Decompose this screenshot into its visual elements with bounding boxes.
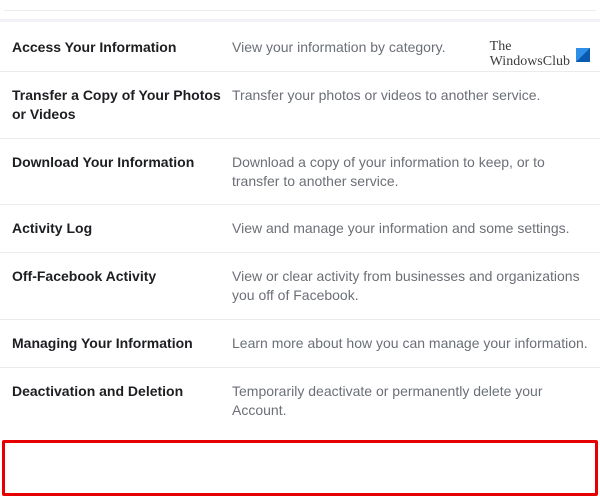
row-label: Download Your Information <box>12 153 232 172</box>
section-separator <box>0 19 600 22</box>
row-label: Access Your Information <box>12 38 232 57</box>
watermark-line2: WindowsClub <box>490 55 570 70</box>
windowsclub-logo-icon <box>576 48 590 62</box>
row-description: Learn more about how you can manage your… <box>232 334 590 353</box>
row-activity-log[interactable]: Activity Log View and manage your inform… <box>0 204 600 252</box>
highlight-box <box>2 440 598 496</box>
top-strip <box>4 0 596 11</box>
row-label: Transfer a Copy of Your Photos or Videos <box>12 86 232 124</box>
row-download-your-information[interactable]: Download Your Information Download a cop… <box>0 138 600 205</box>
row-description: View and manage your information and som… <box>232 219 590 238</box>
row-label: Deactivation and Deletion <box>12 382 232 401</box>
row-label: Activity Log <box>12 219 232 238</box>
row-off-facebook-activity[interactable]: Off-Facebook Activity View or clear acti… <box>0 252 600 319</box>
watermark-line1: The <box>490 40 570 55</box>
row-deactivation-and-deletion[interactable]: Deactivation and Deletion Temporarily de… <box>0 367 600 434</box>
row-transfer-copy[interactable]: Transfer a Copy of Your Photos or Videos… <box>0 71 600 138</box>
row-description: Temporarily deactivate or permanently de… <box>232 382 590 420</box>
row-description: Transfer your photos or videos to anothe… <box>232 86 590 105</box>
row-description: Download a copy of your information to k… <box>232 153 590 191</box>
row-label: Managing Your Information <box>12 334 232 353</box>
row-label: Off-Facebook Activity <box>12 267 232 286</box>
watermark: The WindowsClub <box>490 40 590 69</box>
row-description: View or clear activity from businesses a… <box>232 267 590 305</box>
row-managing-your-information[interactable]: Managing Your Information Learn more abo… <box>0 319 600 367</box>
watermark-text: The WindowsClub <box>490 40 570 69</box>
